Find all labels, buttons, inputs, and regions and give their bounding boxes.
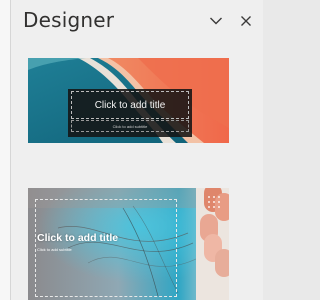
- design-idea-2-title-placeholder: Click to add title: [37, 232, 119, 244]
- design-idea-2-subtitle-placeholder: Click to add subtitle: [37, 247, 72, 252]
- design-idea-1-title-placeholder: Click to add title: [71, 91, 189, 119]
- collapse-pane-button[interactable]: [205, 10, 227, 32]
- design-idea-1-subtitle-placeholder: Click to add subtitle: [71, 120, 189, 132]
- close-pane-button[interactable]: [235, 10, 257, 32]
- designer-pane: Designer Click to add title Click to add…: [11, 0, 263, 300]
- left-edge-strip: [0, 0, 11, 300]
- design-idea-1[interactable]: Click to add title Click to add subtitle: [28, 58, 229, 143]
- design-idea-1-placeholder-box: Click to add title Click to add subtitle: [68, 89, 192, 137]
- design-idea-2[interactable]: Click to add title Click to add subtitle: [28, 188, 229, 300]
- pane-title: Designer: [23, 8, 115, 32]
- chevron-down-icon: [210, 17, 222, 25]
- close-icon: [241, 16, 251, 26]
